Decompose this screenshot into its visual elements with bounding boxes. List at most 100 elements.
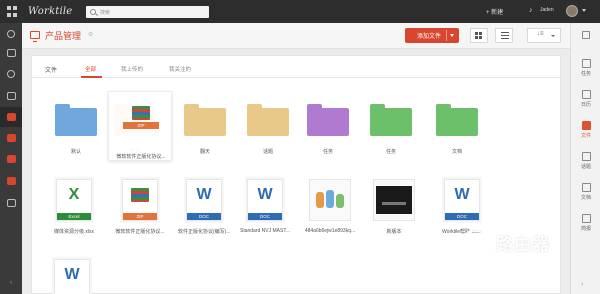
file-thumbnail: W DOC <box>247 179 283 221</box>
sort-button[interactable]: ↓≡ <box>527 28 561 43</box>
file-type-letter: W <box>196 186 212 203</box>
add-file-button[interactable]: 添加文件 <box>405 28 459 43</box>
file-name: 软件正版化协议(编写)... <box>178 229 230 235</box>
topic-icon <box>581 152 591 161</box>
nav-calendar[interactable]: 日历 <box>571 86 600 114</box>
file-name: Standard NVJ MAST... <box>239 228 291 234</box>
nav-files[interactable]: 文件 <box>571 117 600 145</box>
project-bag-icon[interactable] <box>0 171 22 191</box>
apps-grid-icon[interactable] <box>7 5 19 18</box>
document-icon <box>581 183 591 192</box>
nav-label: 话题 <box>580 164 591 170</box>
nav-tasks[interactable]: 任务 <box>571 55 600 83</box>
add-file-label: 添加文件 <box>417 34 442 40</box>
watermark-en: luyouqi.com <box>497 252 540 259</box>
folder-name: 文档 <box>451 149 462 155</box>
folder-name: 翻天 <box>199 149 210 155</box>
image-thumbnail <box>309 179 351 221</box>
folder-item[interactable]: 话题 <box>242 104 294 164</box>
file-ext: DOC <box>187 213 221 220</box>
chevron-down-icon[interactable] <box>450 34 454 37</box>
folder-item[interactable]: 翻天 <box>179 104 231 164</box>
tab-followed[interactable]: 我关注的 <box>169 65 191 73</box>
project-product-icon[interactable] <box>0 107 22 127</box>
inbox-icon[interactable] <box>0 86 22 106</box>
page-title: 产品管理 <box>45 31 82 41</box>
project-list-icon[interactable] <box>0 193 22 213</box>
monitor-icon <box>30 31 40 42</box>
task-icon <box>581 59 591 68</box>
folder-name: 任务 <box>322 149 333 155</box>
file-type-letter: W <box>257 186 273 203</box>
file-thumbnail: X Excel <box>56 179 92 221</box>
file-thumbnail[interactable]: W <box>54 259 90 294</box>
folder-item[interactable]: 文档 <box>431 104 483 164</box>
file-name: 新版本 <box>386 229 402 235</box>
nav-label: 简报 <box>580 226 591 232</box>
list-view-button[interactable] <box>495 28 513 43</box>
file-item[interactable]: W DOC 软件正版化协议(编写)... <box>178 179 230 237</box>
settings-icon[interactable]: ⚙ <box>88 31 93 38</box>
file-type-letter: X <box>68 186 80 203</box>
file-ext: DOC <box>445 213 479 220</box>
dashboard-icon[interactable] <box>0 24 22 44</box>
file-item[interactable]: X Excel 媒体资源分级.xlsx <box>48 179 100 237</box>
file-item[interactable]: 484a6b6ejw1e893kq... <box>304 179 356 237</box>
collapse-right-icon[interactable]: › <box>581 281 583 288</box>
new-button[interactable]: + 新建 <box>486 7 503 16</box>
app-logo[interactable]: Worktile <box>28 6 72 17</box>
avatar[interactable] <box>566 5 578 17</box>
watermark: 路由器 luyouqi.com <box>461 225 567 273</box>
bell-icon[interactable]: ♪ <box>529 7 533 14</box>
drag-ext: ZIP <box>123 122 159 129</box>
file-ext: DOC <box>248 213 282 220</box>
file-thumbnail: W DOC <box>186 179 222 221</box>
right-nav: 任务 日历 文件 话题 文档 简报 › <box>570 23 600 294</box>
word-icon: W <box>64 266 80 283</box>
drag-preview[interactable]: ZIP 微软软件正版化协议... <box>108 91 172 161</box>
tabs-title: 文件 <box>45 68 58 74</box>
file-name: 微软软件正版化协议... <box>115 229 165 235</box>
file-ext: ZIP <box>123 213 157 220</box>
page-header: 产品管理 ⚙ 添加文件 ↓≡ <box>22 23 570 49</box>
projects-icon[interactable] <box>0 43 22 63</box>
compass-icon[interactable] <box>0 64 22 84</box>
grid-icon[interactable] <box>582 31 590 39</box>
folder-item[interactable]: 任务 <box>302 104 354 164</box>
search-input[interactable]: 搜索 <box>86 6 209 18</box>
image-thumbnail <box>373 179 415 221</box>
nav-label: 文档 <box>580 195 591 201</box>
user-name[interactable]: Jaden <box>540 7 554 13</box>
brief-icon <box>581 214 591 223</box>
chevron-down-icon <box>551 35 555 37</box>
folder-item[interactable]: 任务 <box>365 104 417 164</box>
grid-view-button[interactable] <box>470 28 488 43</box>
left-nav: ‹ <box>0 23 22 294</box>
drag-label: 微软软件正版化协议... <box>116 154 166 160</box>
folder-name: 默认 <box>70 149 81 155</box>
search-placeholder: 搜索 <box>100 9 111 16</box>
file-name: 484a6b6ejw1e893kq... <box>304 228 356 234</box>
file-thumbnail: W DOC <box>444 179 480 221</box>
file-tabs: 文件 全部 我上传的 我关注的 <box>32 56 562 78</box>
folder-item[interactable]: 默认 <box>50 104 102 164</box>
nav-label: 任务 <box>580 71 591 77</box>
project-folder-icon[interactable] <box>0 128 22 148</box>
chevron-down-icon[interactable] <box>582 9 586 12</box>
nav-topics[interactable]: 话题 <box>571 148 600 176</box>
project-image-icon[interactable] <box>0 149 22 169</box>
file-item[interactable]: ZIP 微软软件正版化协议... <box>114 179 166 237</box>
nav-docs[interactable]: 文档 <box>571 179 600 207</box>
top-bar: Worktile 搜索 + 新建 ♪ Jaden <box>0 0 600 23</box>
tab-all[interactable]: 全部 <box>85 65 96 73</box>
zip-icon <box>131 188 149 202</box>
tab-uploaded[interactable]: 我上传的 <box>121 65 143 73</box>
file-thumbnail: ZIP <box>122 179 158 221</box>
collapse-left-icon[interactable]: ‹ <box>0 280 22 294</box>
active-tab-indicator <box>81 76 102 78</box>
nav-label: 文件 <box>580 133 591 139</box>
file-item[interactable]: W DOC Standard NVJ MAST... <box>239 179 291 237</box>
search-icon <box>90 9 96 15</box>
nav-briefs[interactable]: 简报 <box>571 210 600 238</box>
file-item[interactable]: 新版本 <box>368 179 420 237</box>
